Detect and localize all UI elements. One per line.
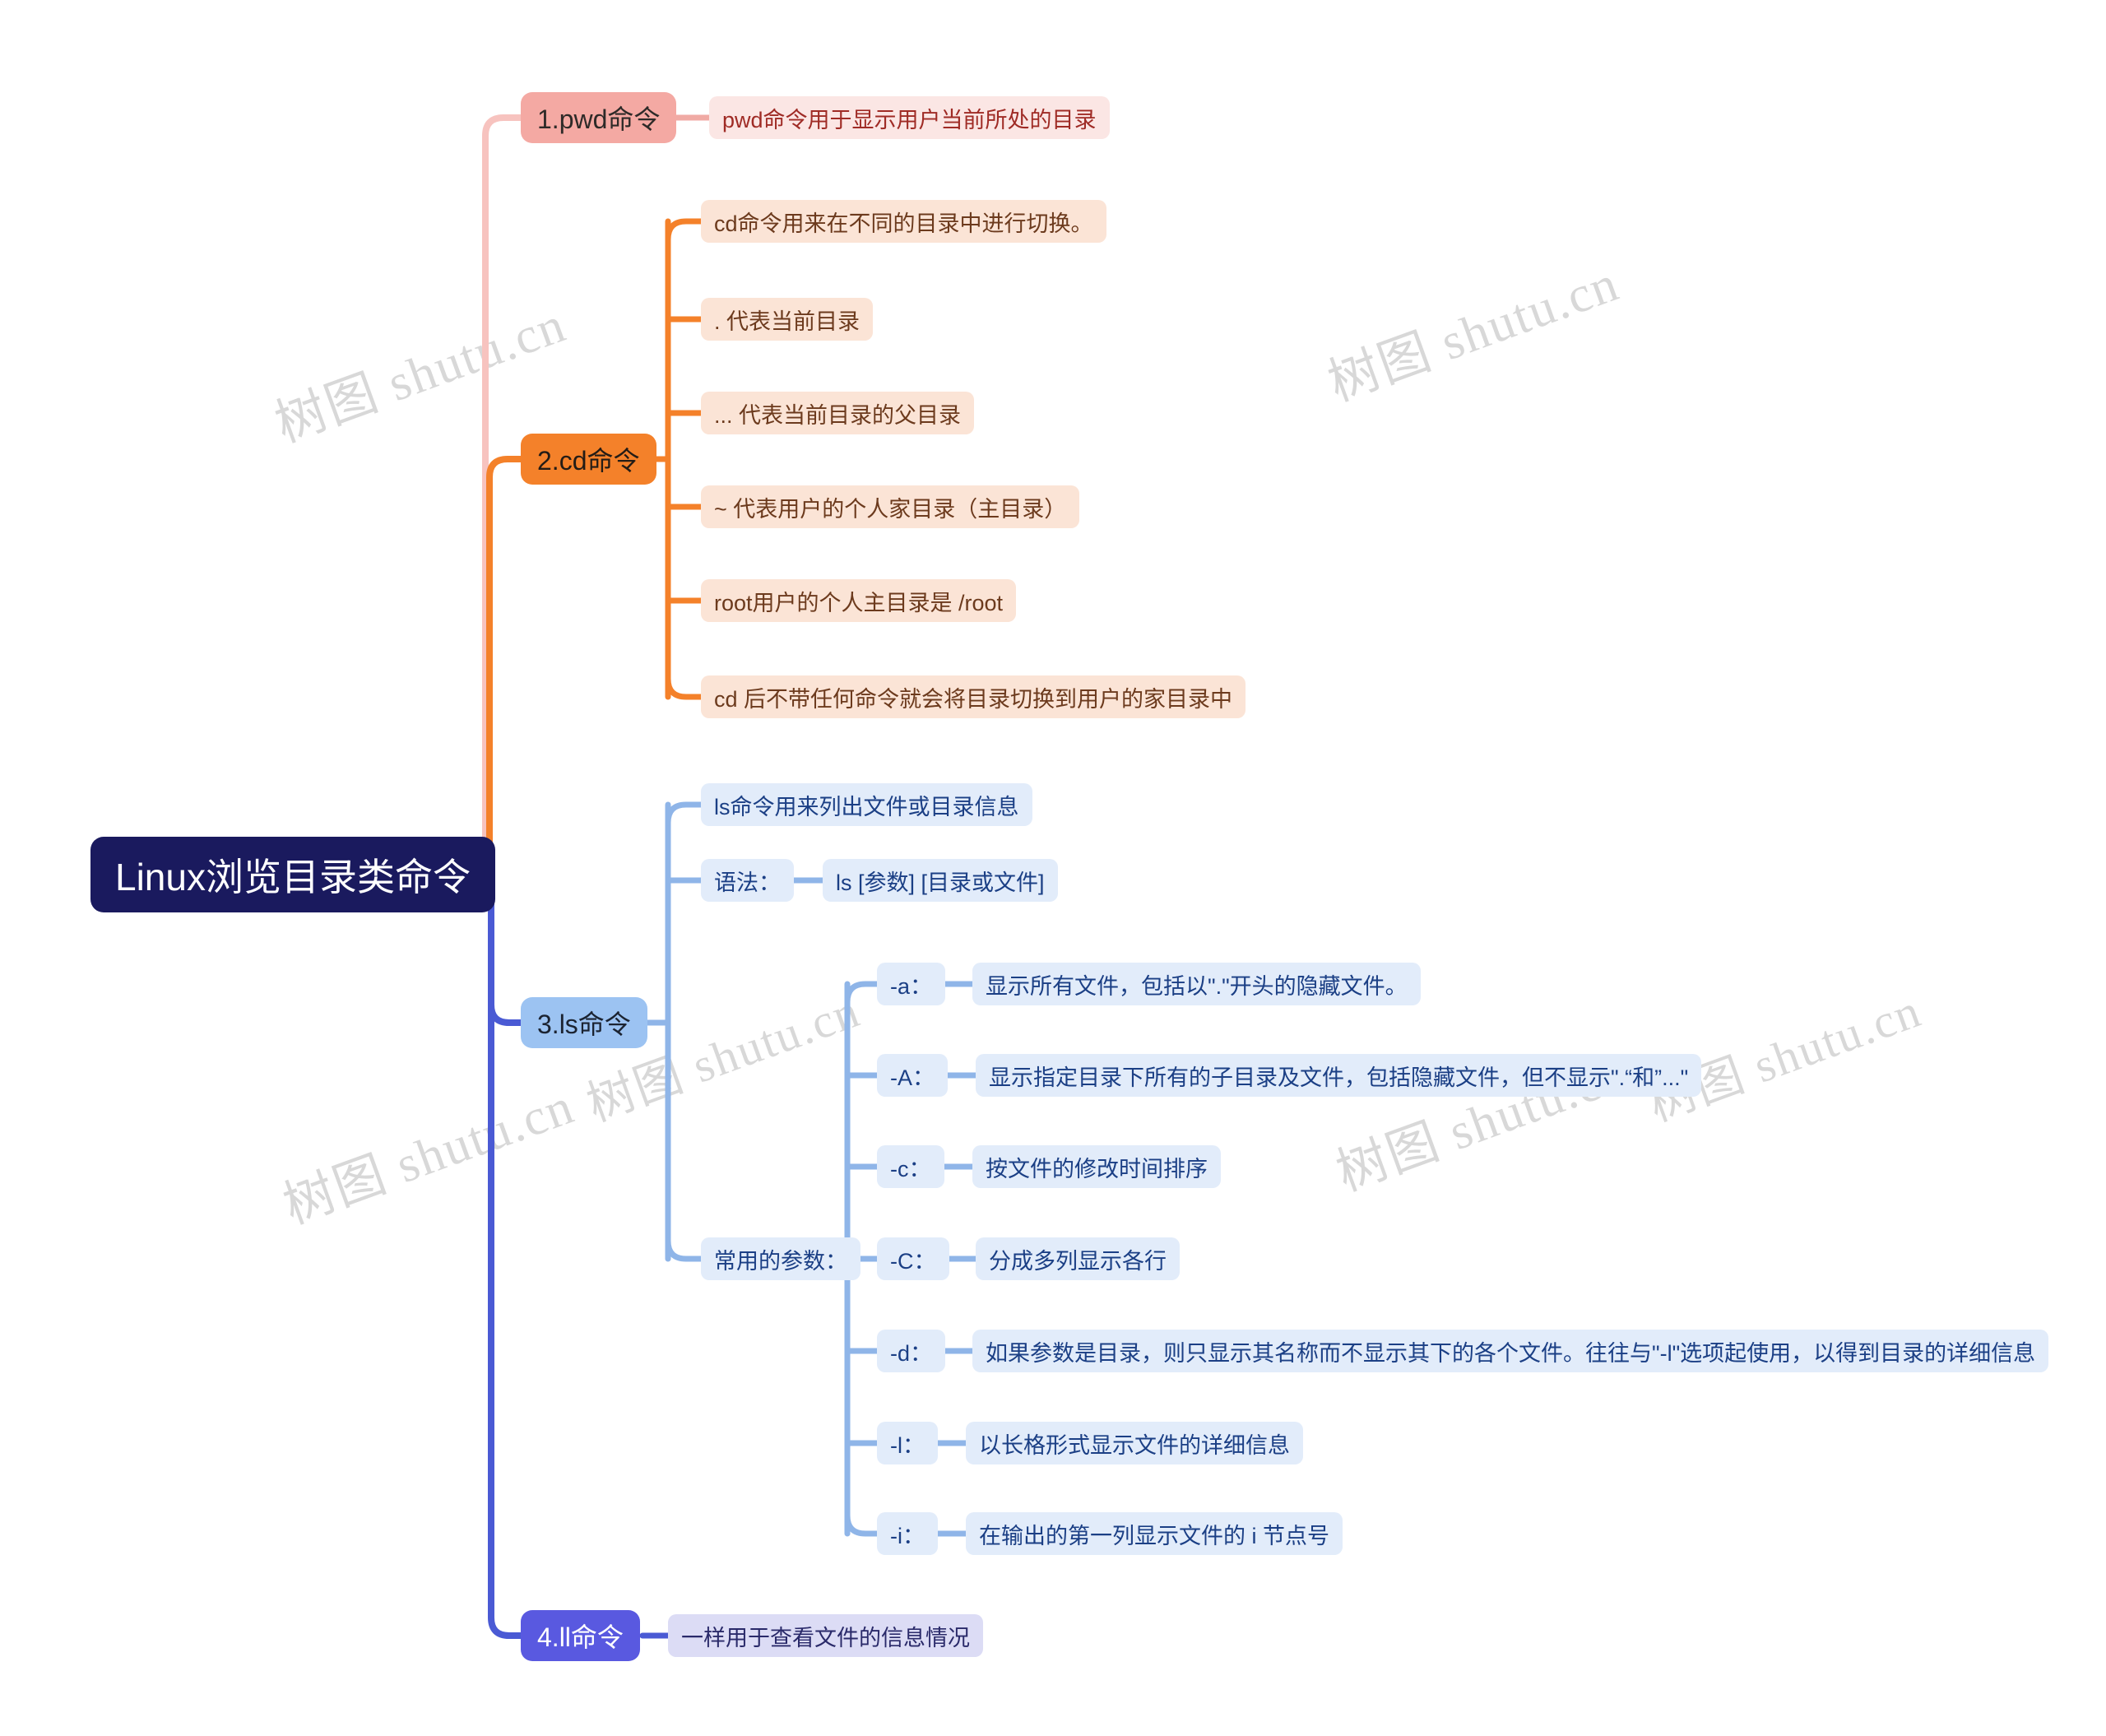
param-desc-d[interactable]: 如果参数是目录，则只显示其名称而不显示其下的各个文件。往往与"-l"选项起使用，…	[972, 1330, 2049, 1372]
leaf-ls-desc[interactable]: ls命令用来列出文件或目录信息	[701, 783, 1032, 826]
param-key-A[interactable]: -A：	[877, 1054, 948, 1097]
param-desc-C[interactable]: 分成多列显示各行	[976, 1237, 1180, 1280]
watermark: 树图 shutu.cn	[276, 1078, 582, 1235]
param-key-a[interactable]: -a：	[877, 963, 946, 1005]
watermark: 树图 shutu.cn	[1321, 255, 1626, 412]
leaf-cd-1[interactable]: . 代表当前目录	[701, 298, 874, 341]
leaf-cd-0[interactable]: cd命令用来在不同的目录中进行切换。	[701, 200, 1106, 243]
param-desc-a[interactable]: 显示所有文件，包括以"."开头的隐藏文件。	[972, 963, 1421, 1005]
leaf-cd-4[interactable]: root用户的个人主目录是 /root	[701, 579, 1017, 622]
param-desc-A[interactable]: 显示指定目录下所有的子目录及文件，包括隐藏文件，但不显示".“和”..."	[976, 1054, 1702, 1097]
param-key-d[interactable]: -d：	[877, 1330, 946, 1372]
leaf-cd-2[interactable]: ... 代表当前目录的父目录	[701, 392, 975, 434]
param-key-l[interactable]: -l：	[877, 1422, 938, 1464]
mindmap-canvas: 树图 shutu.cn 树图 shutu.cn 树图 shutu.cn 树图 s…	[0, 0, 2106, 1736]
leaf-pwd-desc[interactable]: pwd命令用于显示用户当前所处的目录	[709, 96, 1110, 139]
leaf-ls-syntax-value[interactable]: ls [参数] [目录或文件]	[823, 859, 1058, 902]
leaf-cd-5[interactable]: cd 后不带任何命令就会将目录切换到用户的家目录中	[701, 675, 1246, 718]
param-desc-c[interactable]: 按文件的修改时间排序	[972, 1145, 1221, 1188]
leaf-ls-params-label[interactable]: 常用的参数：	[701, 1237, 860, 1280]
branch-ls[interactable]: 3.ls命令	[521, 997, 647, 1048]
branch-pwd[interactable]: 1.pwd命令	[521, 92, 677, 143]
param-key-c[interactable]: -c：	[877, 1145, 944, 1188]
leaf-ls-syntax-label[interactable]: 语法：	[701, 859, 794, 902]
leaf-ll-desc[interactable]: 一样用于查看文件的信息情况	[668, 1614, 983, 1657]
root-node[interactable]: Linux浏览目录类命令	[90, 837, 495, 912]
param-key-C[interactable]: -C：	[877, 1237, 949, 1280]
param-desc-i[interactable]: 在输出的第一列显示文件的 i 节点号	[966, 1512, 1343, 1555]
param-key-i[interactable]: -i：	[877, 1512, 938, 1555]
watermark: 树图 shutu.cn	[580, 983, 867, 1132]
branch-cd[interactable]: 2.cd命令	[521, 434, 656, 485]
leaf-cd-3[interactable]: ~ 代表用户的个人家目录（主目录）	[701, 485, 1080, 528]
watermark: 树图 shutu.cn	[268, 296, 573, 453]
param-desc-l[interactable]: 以长格形式显示文件的详细信息	[966, 1422, 1303, 1464]
branch-ll[interactable]: 4.ll命令	[521, 1610, 640, 1661]
